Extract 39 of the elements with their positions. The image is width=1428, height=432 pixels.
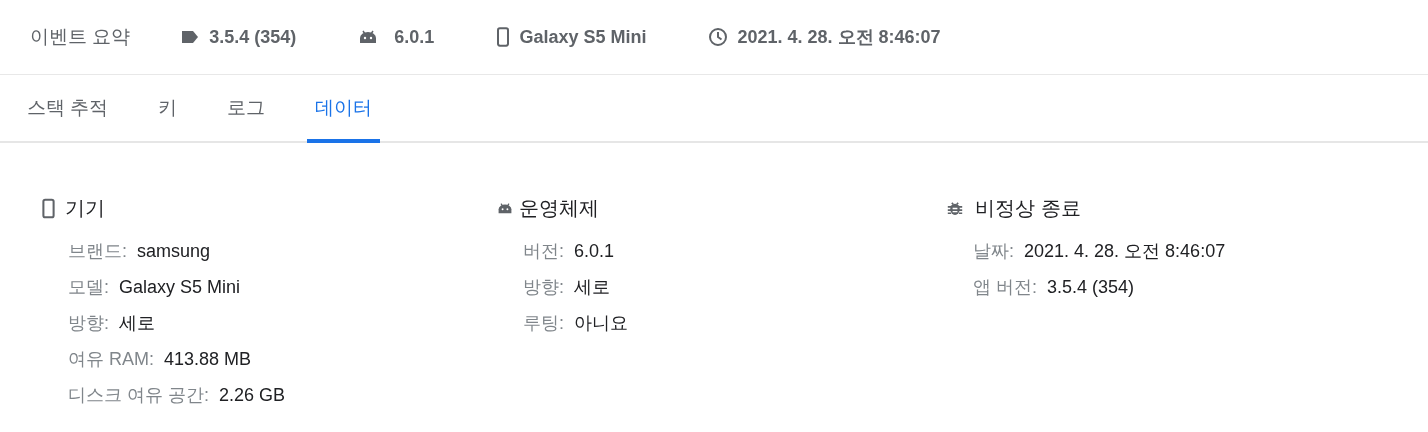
field-label: 날짜: bbox=[973, 240, 1014, 263]
field-label: 버전: bbox=[523, 240, 564, 263]
field-value: 6.0.1 bbox=[574, 240, 615, 262]
bug-icon bbox=[947, 199, 963, 217]
field-label: 앱 버전: bbox=[973, 276, 1037, 299]
tab[interactable]: 스택 추적 bbox=[27, 75, 117, 143]
field-label: 브랜드: bbox=[68, 240, 127, 263]
summary-value: Galaxy S5 Mini bbox=[519, 26, 647, 48]
tag-icon bbox=[180, 30, 201, 44]
section-title: 기기 bbox=[65, 195, 105, 221]
field-value: 2.26 GB bbox=[219, 384, 286, 406]
field-value: 3.5.4 (354) bbox=[1047, 276, 1135, 298]
summary-value: 6.0.1 bbox=[394, 26, 435, 48]
field-label: 모델: bbox=[68, 276, 109, 299]
android-icon bbox=[358, 29, 379, 45]
field-label: 디스크 여유 공간: bbox=[68, 384, 209, 407]
summary-title: 이벤트 요약 bbox=[30, 25, 131, 49]
field-value: Galaxy S5 Mini bbox=[119, 276, 241, 298]
android-icon bbox=[497, 201, 513, 215]
tab[interactable]: 로그 bbox=[219, 75, 274, 143]
phone-icon bbox=[496, 27, 511, 47]
phone-icon bbox=[42, 197, 55, 219]
tab[interactable]: 데이터 bbox=[307, 75, 381, 143]
field-label: 여유 RAM: bbox=[68, 348, 154, 371]
field-label: 루팅: bbox=[523, 312, 564, 335]
field-value: 세로 bbox=[574, 276, 610, 299]
field-value: 아니요 bbox=[574, 312, 628, 335]
field-label: 방향: bbox=[523, 276, 564, 299]
summary-value: 2021. 4. 28. 오전 8:46:07 bbox=[737, 26, 941, 49]
tab[interactable]: 키 bbox=[150, 75, 186, 143]
field-value: 세로 bbox=[119, 312, 155, 335]
section-title: 운영체제 bbox=[519, 195, 599, 221]
field-value: 413.88 MB bbox=[164, 348, 252, 370]
field-value: 2021. 4. 28. 오전 8:46:07 bbox=[1024, 240, 1226, 263]
section-title: 비정상 종료 bbox=[975, 195, 1081, 221]
summary-value: 3.5.4 (354) bbox=[209, 26, 297, 48]
field-label: 방향: bbox=[68, 312, 109, 335]
clock-icon bbox=[708, 27, 729, 47]
field-value: samsung bbox=[137, 240, 211, 262]
